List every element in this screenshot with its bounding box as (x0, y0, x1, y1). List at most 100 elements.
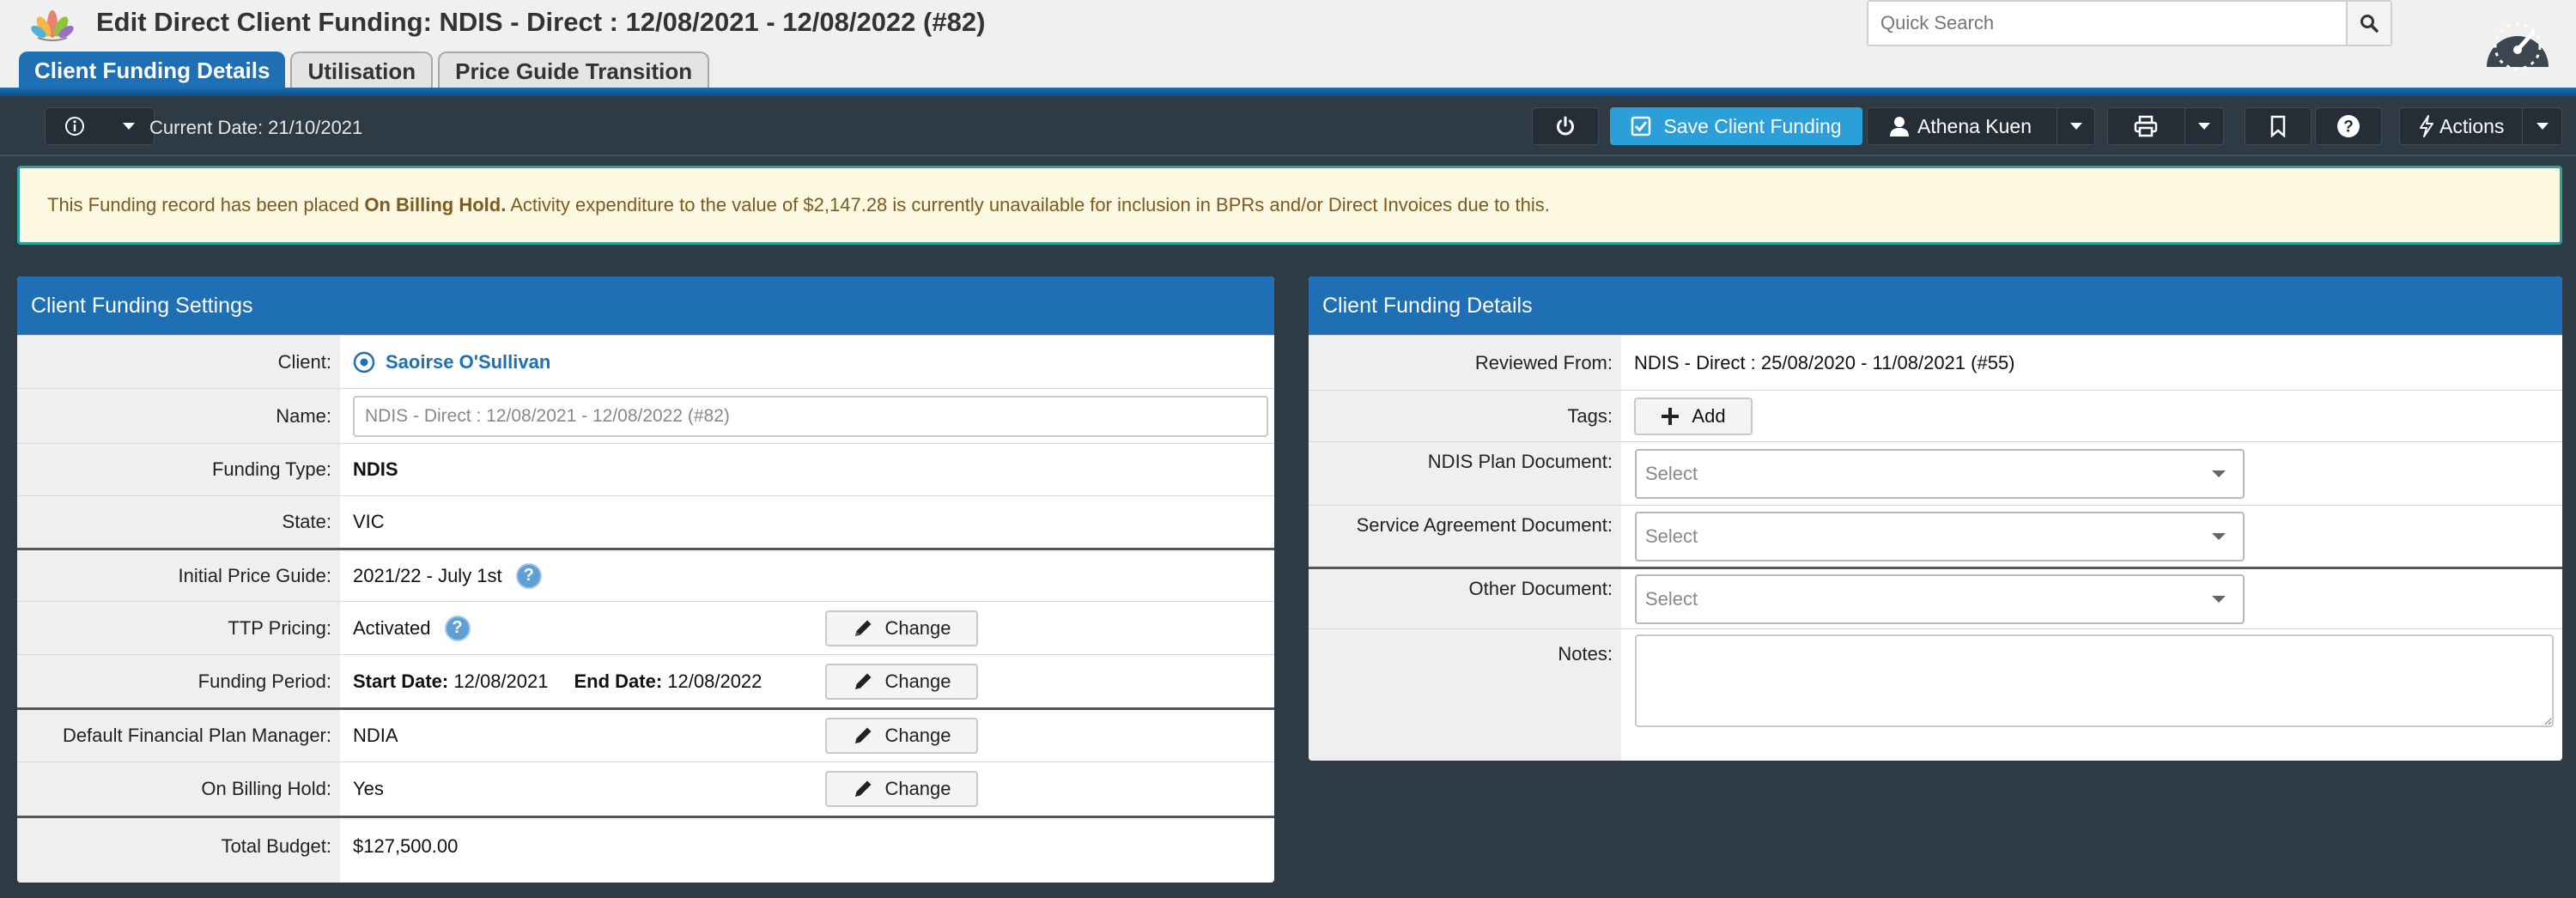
tags-value-cell: Add (1621, 391, 2562, 441)
actions-menu-button[interactable]: Actions (2399, 107, 2562, 145)
plan-manager-value: NDIA (353, 725, 398, 746)
quick-search-input[interactable] (1868, 2, 2346, 45)
ttp-change-button[interactable]: Change (825, 610, 978, 646)
tab-client-funding-details[interactable]: Client Funding Details (19, 52, 286, 89)
chevron-down-icon (122, 123, 135, 130)
quick-search (1867, 0, 2392, 46)
bookmark-button[interactable] (2245, 107, 2312, 145)
alert-text-after: Activity expenditure to the value of $2,… (506, 194, 1550, 215)
print-dropdown-button[interactable] (2107, 107, 2224, 145)
pencil-icon (855, 673, 872, 689)
end-date-value: 12/08/2022 (667, 670, 762, 692)
funding-type-value: NDIS (353, 458, 398, 480)
checkbox-icon (1631, 116, 1651, 137)
other-document-label: Other Document: (1309, 569, 1621, 628)
billing-hold-row: On Billing Hold: Yes Change (17, 761, 1274, 816)
other-document-select[interactable]: Select (1635, 573, 2245, 624)
change-label: Change (884, 670, 951, 692)
ttp-label: TTP Pricing: (17, 602, 340, 654)
plan-manager-value-cell: NDIA Change (340, 710, 1274, 761)
plan-manager-row: Default Financial Plan Manager: NDIA Cha… (17, 707, 1274, 761)
state-row: State: VIC (17, 495, 1274, 548)
service-agreement-value-cell: Select (1621, 506, 2562, 567)
price-guide-row: Initial Price Guide: 2021/22 - July 1st … (17, 548, 1274, 601)
print-button[interactable] (2108, 115, 2184, 137)
alert-bold-text: On Billing Hold. (364, 194, 507, 215)
total-budget-value: $127,500.00 (353, 835, 459, 857)
user-menu-dropdown[interactable] (2057, 108, 2094, 144)
chevron-down-icon (2212, 470, 2226, 477)
period-change-button[interactable]: Change (825, 663, 978, 700)
notes-value-cell (1621, 629, 2562, 761)
reviewed-from-row: Reviewed From: NDIS - Direct : 25/08/202… (1309, 335, 2562, 390)
user-icon (1890, 117, 1909, 137)
chevron-down-icon (2069, 123, 2082, 130)
actions-label: Actions (2439, 114, 2505, 137)
plus-icon (1662, 407, 1680, 425)
radio-target-icon (353, 351, 375, 373)
price-guide-label: Initial Price Guide: (17, 550, 340, 601)
tab-price-guide-transition[interactable]: Price Guide Transition (438, 52, 710, 89)
power-icon (1557, 116, 1574, 136)
price-guide-help-icon[interactable]: ? (515, 562, 542, 589)
tags-label: Tags: (1309, 391, 1621, 441)
chevron-down-icon (2197, 123, 2210, 130)
dashboard-gauge-icon[interactable] (2482, 10, 2554, 72)
ndis-plan-label: NDIS Plan Document: (1309, 442, 1621, 505)
reviewed-from-label: Reviewed From: (1309, 336, 1621, 390)
search-button[interactable] (2346, 2, 2391, 45)
notes-textarea[interactable] (1635, 634, 2554, 727)
name-value-cell: NDIS - Direct : 12/08/2021 - 12/08/2022 … (340, 389, 1274, 443)
ttp-help-icon[interactable]: ? (444, 615, 471, 641)
select-placeholder: Select (1645, 462, 1698, 484)
client-link[interactable]: Saoirse O'Sullivan (386, 351, 550, 373)
name-input[interactable]: NDIS - Direct : 12/08/2021 - 12/08/2022 … (353, 395, 1268, 437)
save-client-funding-button[interactable]: Save Client Funding (1610, 107, 1862, 145)
plan-manager-label: Default Financial Plan Manager: (17, 710, 340, 761)
ndis-plan-row: NDIS Plan Document: Select (1309, 441, 2562, 505)
actions-menu-dropdown[interactable] (2522, 108, 2561, 144)
help-button[interactable]: ? (2315, 107, 2382, 145)
info-dropdown-button[interactable] (45, 107, 155, 145)
period-value-cell: Start Date: 12/08/2021 End Date: 12/08/2… (340, 655, 1274, 707)
plan-manager-change-button[interactable]: Change (825, 718, 978, 754)
help-icon: ? (2337, 115, 2360, 137)
client-value-cell: Saoirse O'Sullivan (340, 336, 1274, 388)
billing-hold-value: Yes (353, 778, 384, 799)
funding-period-row: Funding Period: Start Date: 12/08/2021 E… (17, 654, 1274, 707)
ttp-value-cell: Activated ? Change (340, 602, 1274, 654)
state-value: VIC (353, 511, 385, 532)
client-row: Client: Saoirse O'Sullivan (17, 335, 1274, 388)
page-title: Edit Direct Client Funding: NDIS - Direc… (96, 7, 986, 37)
pencil-icon (855, 727, 872, 743)
svg-text:?: ? (2343, 118, 2354, 137)
add-tag-button[interactable]: Add (1634, 397, 1753, 435)
print-menu-dropdown[interactable] (2184, 108, 2223, 144)
current-date: Current Date: 21/10/2021 (149, 117, 363, 138)
period-label: Funding Period: (17, 655, 340, 707)
ttp-pricing-row: TTP Pricing: Activated ? Change (17, 601, 1274, 654)
tab-underline (0, 88, 2576, 96)
notes-label: Notes: (1309, 629, 1621, 761)
billing-hold-change-button[interactable]: Change (825, 771, 978, 807)
add-label: Add (1692, 404, 1726, 427)
start-date-label: Start Date: (353, 670, 449, 692)
ndis-plan-select[interactable]: Select (1635, 448, 2245, 499)
toolbar: Current Date: 21/10/2021 Save Client Fun… (0, 96, 2576, 156)
service-agreement-select[interactable]: Select (1635, 511, 2245, 561)
price-guide-value-cell: 2021/22 - July 1st ? (340, 550, 1274, 601)
chevron-down-icon (2536, 123, 2549, 130)
tab-utilisation[interactable]: Utilisation (290, 52, 434, 89)
power-button[interactable] (1532, 107, 1599, 145)
alert-text-before: This Funding record has been placed (47, 194, 365, 215)
change-label: Change (884, 778, 951, 799)
ndis-plan-value-cell: Select (1621, 442, 2562, 505)
user-menu-button[interactable]: Athena Kuen (1867, 107, 2095, 145)
reviewed-from-link[interactable]: NDIS - Direct : 25/08/2020 - 11/08/2021 … (1621, 336, 2562, 390)
billing-hold-alert: This Funding record has been placed On B… (17, 166, 2562, 245)
app-header: Edit Direct Client Funding: NDIS - Direc… (0, 0, 2576, 96)
total-budget-label: Total Budget: (17, 818, 340, 883)
client-label: Client: (17, 336, 340, 388)
settings-panel-title: Client Funding Settings (17, 276, 1274, 335)
service-agreement-row: Service Agreement Document: Select (1309, 505, 2562, 567)
